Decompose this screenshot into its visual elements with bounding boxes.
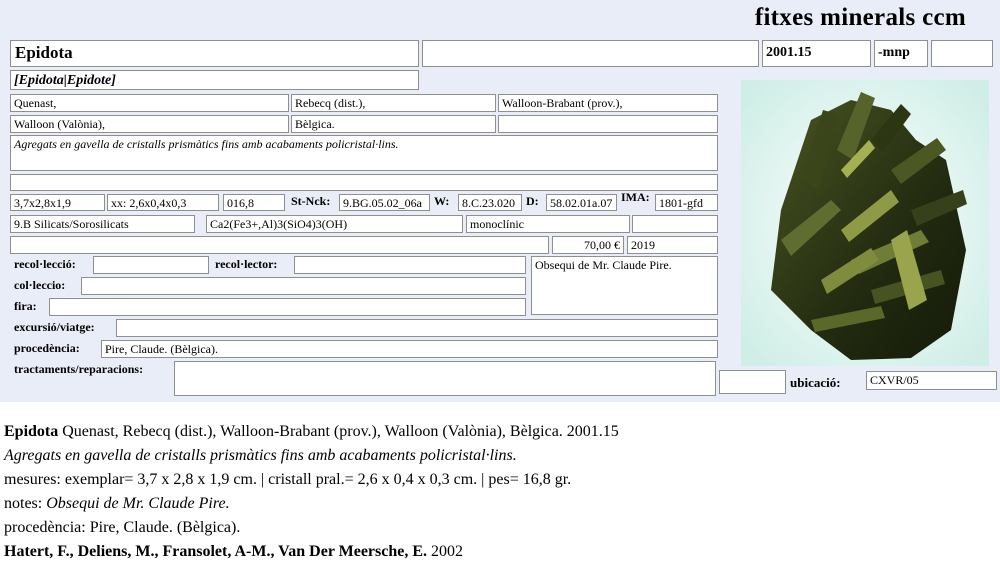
summary-block: Epidota Quenast, Rebecq (dist.), Walloon… [4,420,994,564]
tractaments-label: tractaments/reparacions: [14,362,144,376]
ubicacio-field[interactable]: CXVR/05 [866,371,997,390]
locality-field-6[interactable] [498,115,718,133]
description-field[interactable]: Agregats en gavella de cristalls prismàt… [10,135,718,171]
epidote-crystal-icon [741,80,989,366]
coleccio-field[interactable] [81,277,526,295]
d-label: D: [526,194,539,208]
name-extra-field[interactable] [422,40,759,67]
extra-line-field[interactable] [10,174,718,191]
excursio-label: excursió/viatge: [14,320,95,334]
summary-notes: Obsequi de Mr. Claude Pire. [46,495,230,512]
synonyms-field[interactable]: [Epidota|Epidote] [10,70,419,90]
d-field[interactable]: 58.02.01a.07 [546,194,617,211]
summary-year: 2002 [427,543,464,560]
crystal-system-field[interactable]: monoclínic [466,215,630,233]
fira-field[interactable] [49,298,526,316]
crystal-size-field[interactable]: xx: 2,6x0,4x0,3 [107,194,219,211]
locality-field-2[interactable]: Rebecq (dist.), [291,94,496,112]
summary-procedencia: procedència: Pire, Claude. (Bèlgica). [4,519,241,536]
w-label: W: [434,194,450,208]
catalog-code-field[interactable]: 2001.15 [762,40,871,67]
locality-field-3[interactable]: Walloon-Brabant (prov.), [498,94,718,112]
locality-field-5[interactable]: Bèlgica. [291,115,496,133]
fira-label: fira: [14,299,37,313]
excursio-field[interactable] [116,319,718,337]
strunz-label: St-Nck: [291,194,331,208]
w-field[interactable]: 8.C.23.020 [458,194,522,211]
recollector-field[interactable] [294,256,526,274]
recollector-label: recol·lector: [215,257,278,271]
tractaments-field[interactable] [174,361,716,396]
mineral-name-field[interactable]: Epidota [10,40,419,67]
class-field[interactable]: 9.B Silicats/Sorosilicats [10,215,195,233]
notes-field[interactable]: Obsequi de Mr. Claude Pire. [531,256,718,315]
formula-field[interactable]: Ca2(Fe3+,Al)3(SiO4)3(OH) [206,215,463,233]
recol-label: recol·lecció: [14,257,76,271]
procedencia-field[interactable]: Pire, Claude. (Bèlgica). [101,340,718,358]
measures-field[interactable]: 3,7x2,8x1,9 [10,194,105,211]
summary-description: Agregats en gavella de cristalls prismàt… [4,447,517,464]
location-extra-field[interactable] [719,370,786,394]
summary-authors: Hatert, F., Deliens, M., Fransolet, A-M.… [4,543,428,560]
weight-field[interactable]: 016,8 [223,194,285,211]
summary-notes-label: notes: [4,495,47,512]
ima-field[interactable]: 1801-gfd [655,194,718,211]
specimen-card: fitxes minerals ccm Epidota 2001.15 -mnp… [0,0,1000,402]
price-field[interactable]: 70,00 € [552,236,624,254]
summary-line-1: Epidota Quenast, Rebecq (dist.), Walloon… [4,420,994,444]
code-extra-field[interactable] [931,40,993,67]
ima-label: IMA: [621,190,650,204]
locality-field-1[interactable]: Quenast, [10,94,289,112]
procedencia-label: procedència: [14,341,80,355]
locality-field-4[interactable]: Walloon (Valònia), [10,115,289,133]
summary-measures: mesures: exemplar= 3,7 x 2,8 x 1,9 cm. |… [4,471,572,488]
recol-field[interactable] [93,256,209,274]
summary-line-4: notes: Obsequi de Mr. Claude Pire. [4,492,994,516]
summary-line-6: Hatert, F., Deliens, M., Fransolet, A-M.… [4,540,994,564]
summary-locality: Quenast, Rebecq (dist.), Walloon-Brabant… [58,423,619,440]
summary-name: Epidota [4,423,59,440]
code-suffix-field[interactable]: -mnp [874,40,928,67]
year-field[interactable]: 2019 [627,236,718,254]
ubicacio-label: ubicació: [790,375,841,390]
coleccio-label: col·leccio: [14,278,66,292]
mineral-specimen-photo [741,80,989,366]
price-extra-field[interactable] [10,236,549,254]
system-extra-field[interactable] [632,215,718,233]
strunz-field[interactable]: 9.BG.05.02_06a [339,194,430,211]
brand-title: fitxes minerals ccm [754,4,966,31]
